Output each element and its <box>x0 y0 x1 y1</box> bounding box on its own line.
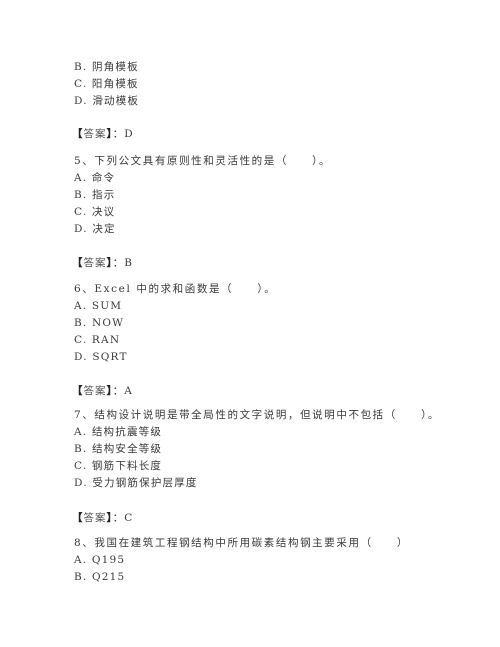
answer-value: D <box>124 128 134 140</box>
question-7-text: 7、结构设计说明是带全局性的文字说明，但说明中不包括（ ）。 <box>74 409 441 421</box>
option-d: D. SQRT <box>74 351 128 363</box>
answer-label: 答案 <box>83 128 107 140</box>
option-b: B. NOW <box>74 317 125 329</box>
question-8-text: 8、我国在建筑工程钢结构中所用碳素结构钢主要采用（ ） <box>74 537 409 549</box>
answer-separator: ： <box>112 512 125 524</box>
option-a: A. Q195 <box>74 554 126 566</box>
answer-bracket-open: 【 <box>72 128 84 140</box>
option-b: B. 结构安全等级 <box>74 443 163 455</box>
answer-line: 【答案】：A <box>72 384 133 398</box>
answer-value: C <box>124 512 134 524</box>
option-d: D. 滑动模板 <box>74 95 140 107</box>
answer-separator: ： <box>112 385 125 397</box>
option-a: A. 命令 <box>74 172 116 184</box>
option-d: D. 决定 <box>74 223 116 235</box>
answer-label: 答案 <box>83 512 107 524</box>
option-b: B. 指示 <box>74 189 116 201</box>
answer-line: 【答案】：B <box>72 256 133 270</box>
question-6-text: 6、Excel 中的求和函数是（ ）。 <box>74 283 277 295</box>
option-a: A. 结构抗震等级 <box>74 426 163 438</box>
answer-value: B <box>124 257 133 269</box>
answer-line: 【答案】：C <box>72 511 133 525</box>
option-b: B. 阴角模板 <box>74 61 139 73</box>
option-c: C. RAN <box>74 334 121 346</box>
answer-line: 【答案】：D <box>72 127 134 141</box>
answer-bracket-open: 【 <box>72 257 84 269</box>
answer-separator: ： <box>112 257 125 269</box>
answer-label: 答案 <box>83 257 107 269</box>
option-b: B. Q215 <box>74 571 126 583</box>
answer-separator: ： <box>112 128 125 140</box>
option-d: D. 受力钢筋保护层厚度 <box>74 477 198 489</box>
answer-value: A <box>124 385 133 397</box>
answer-label: 答案 <box>83 385 107 397</box>
option-a: A. SUM <box>74 300 123 312</box>
answer-bracket-open: 【 <box>72 512 84 524</box>
answer-bracket-open: 【 <box>72 385 84 397</box>
question-5-text: 5、下列公文具有原则性和灵活性的是（ ）。 <box>74 155 332 167</box>
option-c: C. 决议 <box>74 206 116 218</box>
option-c: C. 阳角模板 <box>74 78 139 90</box>
option-c: C. 钢筋下料长度 <box>74 460 163 472</box>
